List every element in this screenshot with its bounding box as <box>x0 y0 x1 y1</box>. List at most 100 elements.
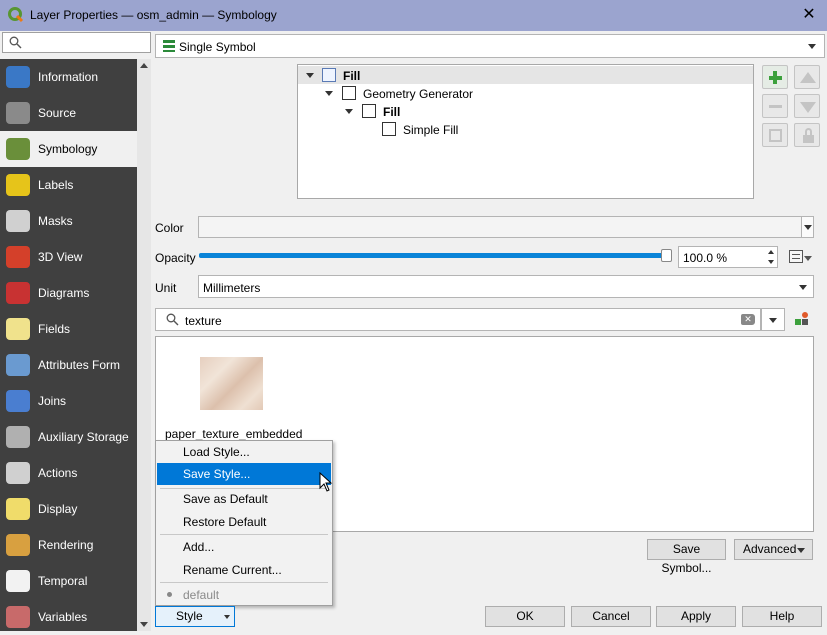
menu-item-save-style[interactable]: Save Style... <box>157 463 331 485</box>
move-up-button[interactable] <box>794 65 820 89</box>
sidebar-item-label: Information <box>38 70 99 84</box>
style-menu: Load Style... Save Style... Save as Defa… <box>155 440 333 606</box>
sidebar-item-label: Auxiliary Storage <box>38 430 129 444</box>
remove-symbol-layer-button[interactable] <box>762 94 788 118</box>
opacity-spinbox[interactable]: 100.0 % <box>678 246 778 268</box>
chevron-down-icon <box>808 44 816 49</box>
sidebar-item-temporal[interactable]: Temporal <box>0 563 137 599</box>
tree-item-label[interactable]: Simple Fill <box>403 123 458 137</box>
title-bar: Layer Properties — osm_admin — Symbology… <box>0 0 827 31</box>
duplicate-icon <box>769 129 782 142</box>
search-icon <box>166 313 179 326</box>
symbol-search-input[interactable]: texture ✕ <box>155 308 761 331</box>
sidebar-item-masks[interactable]: Masks <box>0 203 137 239</box>
display-icon <box>6 498 30 520</box>
style-manager-icon[interactable] <box>793 310 811 328</box>
sidebar-item-joins[interactable]: Joins <box>0 383 137 419</box>
sidebar-item-variables[interactable]: Variables <box>0 599 137 635</box>
expand-arrow-icon[interactable] <box>345 109 353 114</box>
lock-icon <box>803 135 814 143</box>
tree-item-label[interactable]: Fill <box>343 69 360 83</box>
close-icon[interactable]: ✕ <box>799 5 819 25</box>
expand-arrow-icon[interactable] <box>306 73 314 78</box>
sidebar-item-label: Labels <box>38 178 74 192</box>
variables-icon <box>6 606 30 628</box>
qgis-logo-icon <box>8 7 24 23</box>
minus-icon <box>769 105 782 108</box>
sidebar-item-label: 3D View <box>38 250 83 264</box>
menu-item-restore-default[interactable]: Restore Default <box>157 511 331 533</box>
sidebar-item-3d-view[interactable]: 3D View <box>0 239 137 275</box>
save-symbol-button[interactable]: Save Symbol... <box>647 539 726 575</box>
tree-row-selected[interactable] <box>298 66 753 84</box>
sidebar-item-label: Fields <box>38 322 71 336</box>
data-defined-override-button[interactable] <box>787 247 813 267</box>
opacity-slider-handle[interactable] <box>661 249 672 262</box>
sidebar-item-source[interactable]: Source <box>0 95 137 131</box>
menu-item-rename-current[interactable]: Rename Current... <box>157 559 331 581</box>
clear-icon[interactable]: ✕ <box>741 314 755 325</box>
sidebar-item-labels[interactable]: Labels <box>0 167 137 203</box>
sidebar-item-symbology[interactable]: Symbology <box>0 131 137 167</box>
sidebar-item-rendering[interactable]: Rendering <box>0 527 137 563</box>
menu-item-save-as-default[interactable]: Save as Default <box>157 488 331 510</box>
lock-layer-button[interactable] <box>794 123 820 147</box>
geometry-generator-swatch-icon <box>342 86 356 100</box>
sidebar-item-label: Diagrams <box>38 286 90 300</box>
sidebar-item-label: Source <box>38 106 77 120</box>
symbol-layer-tree[interactable]: Fill Geometry Generator Fill Simple Fill <box>297 64 754 199</box>
sidebar-item-attributes-form[interactable]: Attributes Form <box>0 347 137 383</box>
sidebar-item-auxiliary-storage[interactable]: Auxiliary Storage <box>0 419 137 455</box>
fill-swatch-icon <box>362 104 376 118</box>
menu-item-load-style[interactable]: Load Style... <box>157 441 331 463</box>
color-menu-button[interactable] <box>801 216 814 238</box>
cancel-button[interactable]: Cancel <box>571 606 651 627</box>
library-item-label[interactable]: paper_texture_embedded <box>165 427 302 441</box>
unit-combo[interactable]: Millimeters <box>198 275 814 298</box>
window-title: Layer Properties — osm_admin — Symbology <box>30 8 277 22</box>
chevron-down-icon <box>769 318 777 323</box>
sidebar-item-fields[interactable]: Fields <box>0 311 137 347</box>
chevron-down-icon <box>799 285 807 290</box>
sidebar-item-label: Symbology <box>38 142 98 156</box>
menu-item-current-style[interactable]: default <box>157 584 331 606</box>
renderer-value: Single Symbol <box>179 40 256 54</box>
apply-button[interactable]: Apply <box>656 606 736 627</box>
menu-separator <box>160 534 328 535</box>
sidebar-scrollbar[interactable] <box>137 59 151 631</box>
renderer-combo[interactable]: Single Symbol <box>155 34 825 58</box>
tree-item-label[interactable]: Geometry Generator <box>363 87 473 101</box>
tree-item-label[interactable]: Fill <box>383 105 400 119</box>
paper-texture-thumbnail[interactable] <box>200 357 263 410</box>
ok-button[interactable]: OK <box>485 606 565 627</box>
simple-fill-swatch-icon <box>382 122 396 136</box>
arrow-up-icon <box>800 72 816 83</box>
expand-arrow-icon[interactable] <box>325 91 333 96</box>
sidebar-item-diagrams[interactable]: Diagrams <box>0 275 137 311</box>
mouse-cursor-icon <box>319 472 333 492</box>
move-down-button[interactable] <box>794 94 820 118</box>
arrow-down-icon <box>800 102 816 113</box>
advanced-button[interactable]: Advanced <box>734 539 813 560</box>
help-button[interactable]: Help <box>742 606 822 627</box>
sidebar-item-information[interactable]: Information <box>0 59 137 95</box>
search-menu-button[interactable] <box>761 308 785 331</box>
color-button[interactable] <box>198 216 802 238</box>
spin-up-icon[interactable] <box>768 250 774 254</box>
style-button[interactable]: Style <box>155 606 235 627</box>
sidebar-item-actions[interactable]: Actions <box>0 455 137 491</box>
symbol-search-value: texture <box>185 314 222 328</box>
duplicate-symbol-layer-button[interactable] <box>762 123 788 147</box>
menu-item-add[interactable]: Add... <box>157 536 331 558</box>
opacity-label: Opacity <box>155 251 196 265</box>
sidebar-item-display[interactable]: Display <box>0 491 137 527</box>
sidebar-search-input[interactable] <box>2 32 151 53</box>
masks-icon <box>6 210 30 232</box>
color-label: Color <box>155 221 184 235</box>
spin-down-icon[interactable] <box>768 260 774 264</box>
labels-icon <box>6 174 30 196</box>
rendering-icon <box>6 534 30 556</box>
fields-icon <box>6 318 30 340</box>
opacity-slider-track[interactable] <box>199 253 667 258</box>
add-symbol-layer-button[interactable] <box>762 65 788 89</box>
